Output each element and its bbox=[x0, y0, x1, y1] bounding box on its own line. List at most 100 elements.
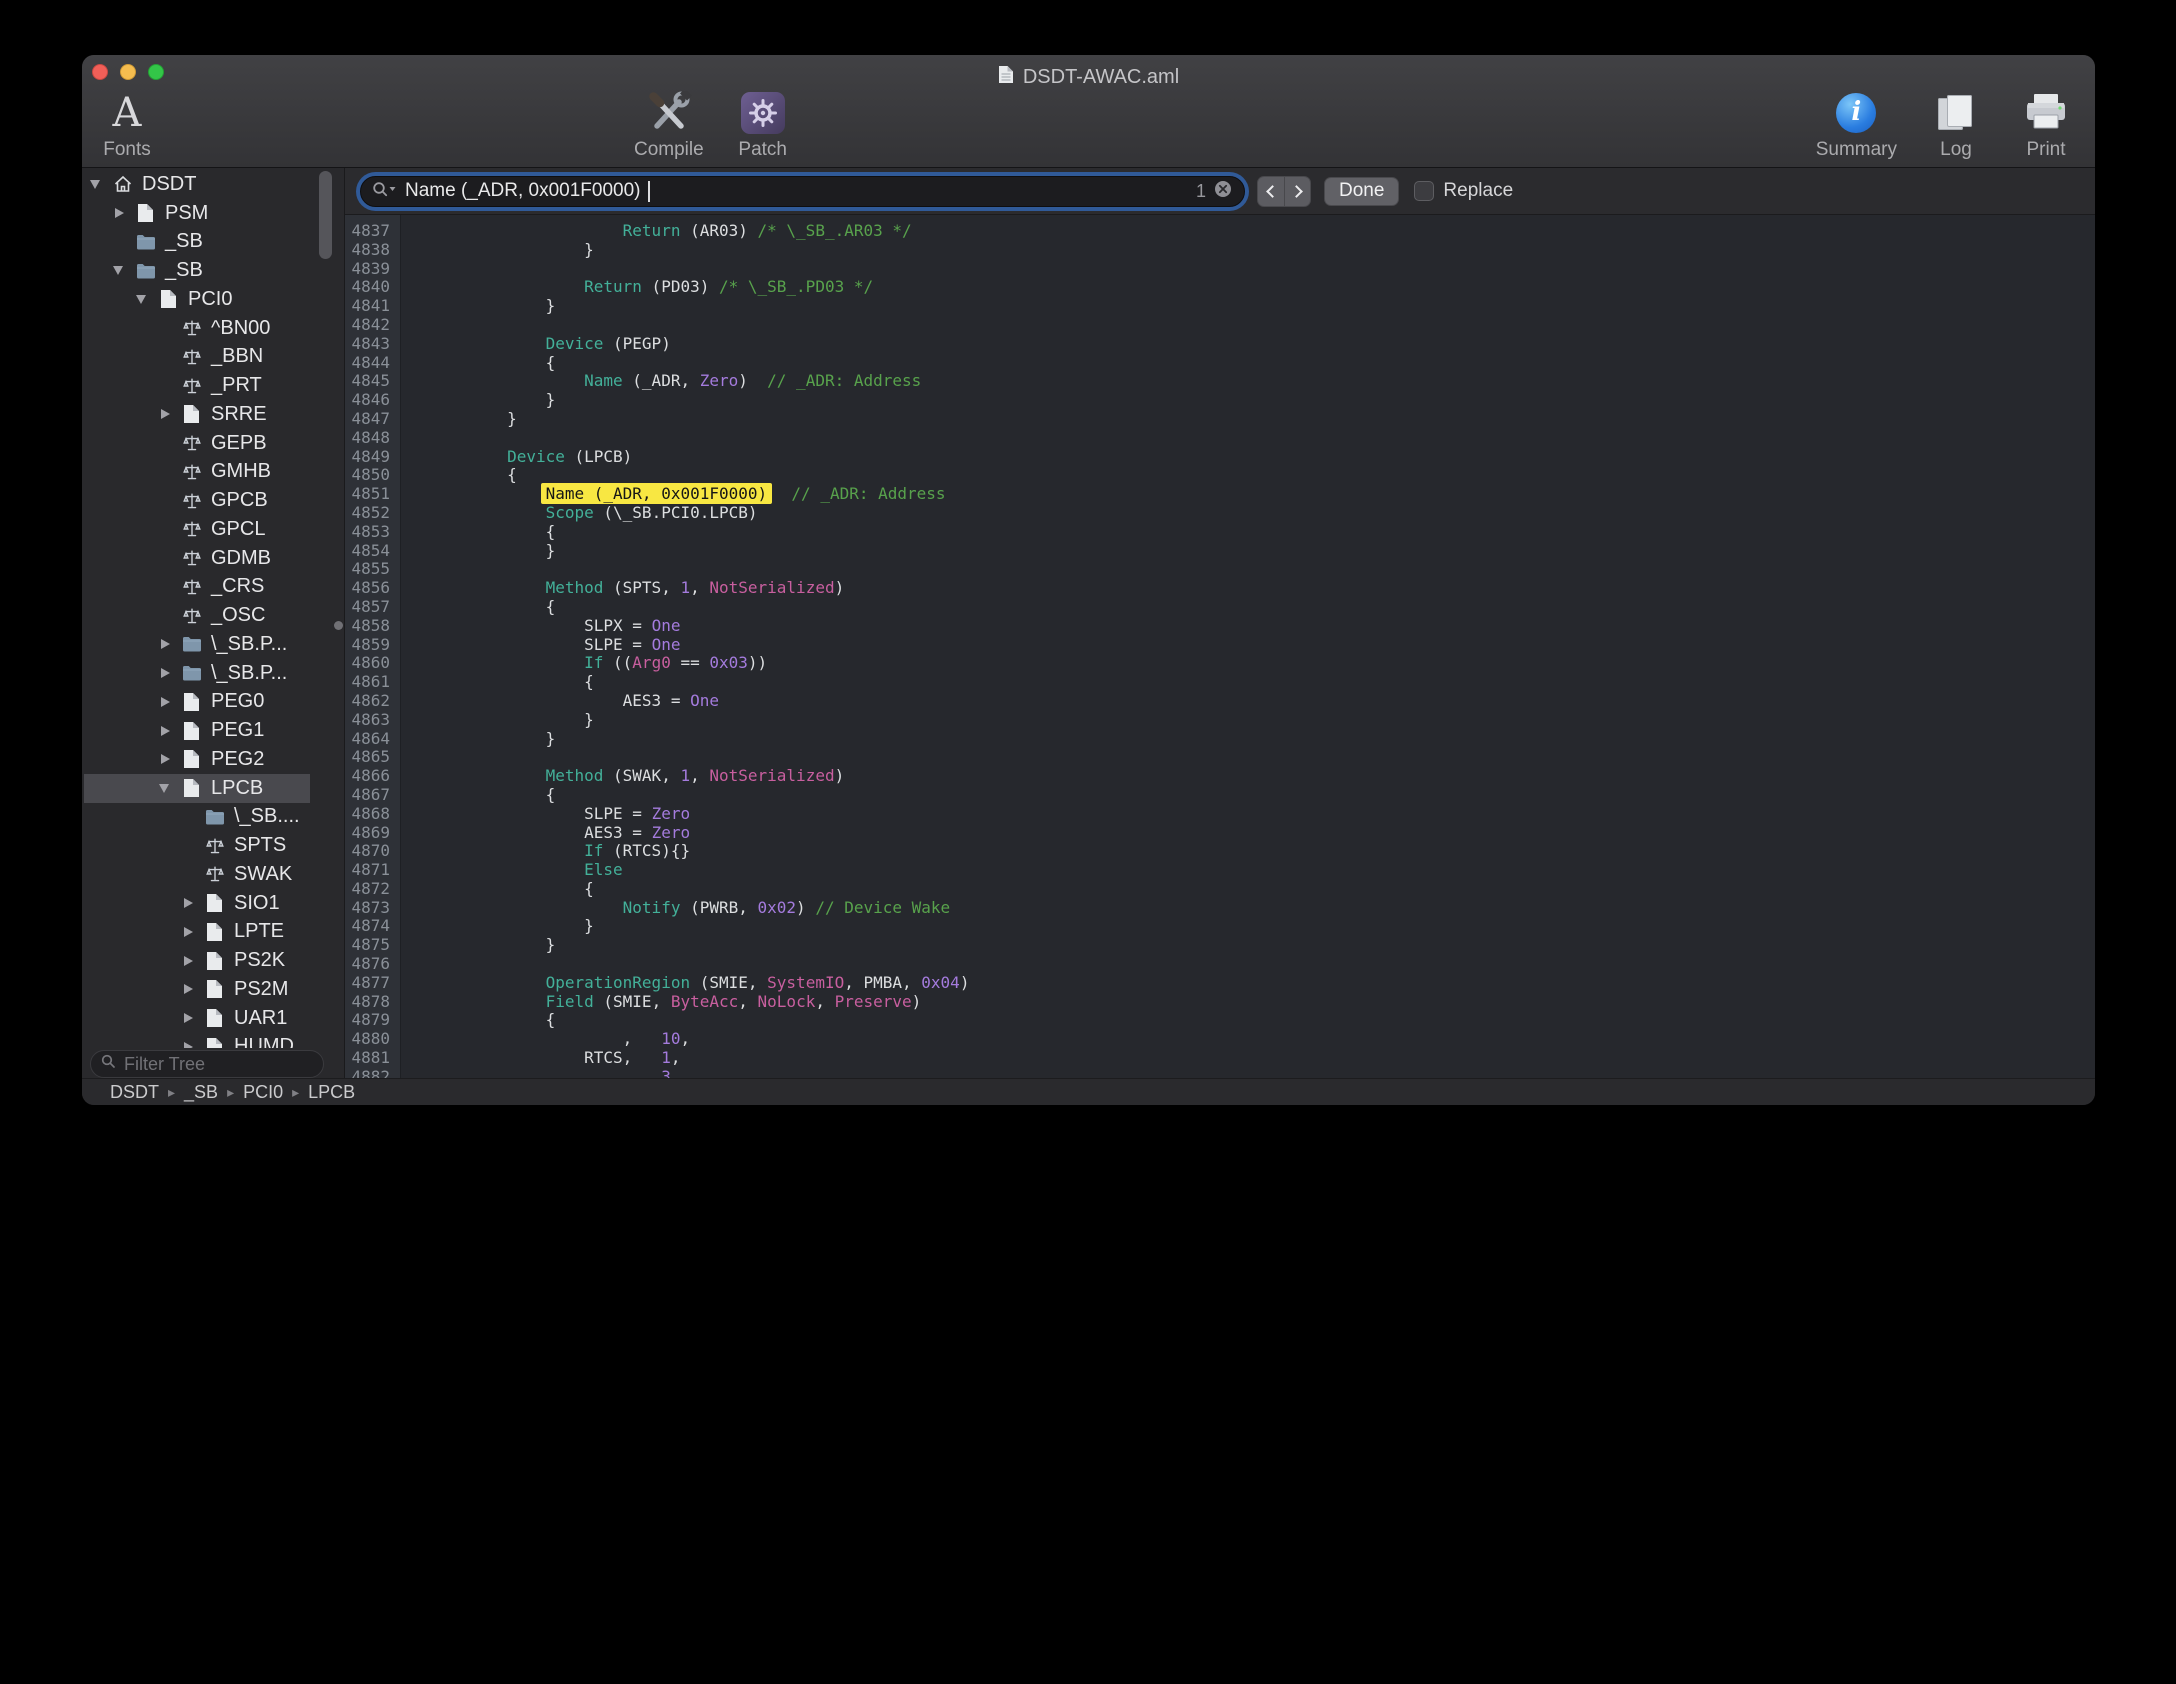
disclosure-chevron-right-icon[interactable] bbox=[182, 898, 204, 908]
tree-item-psm[interactable]: PSM bbox=[82, 199, 344, 228]
code-line[interactable]: 4848 bbox=[345, 429, 2095, 448]
tree-item-gmhb[interactable]: GMHB bbox=[82, 458, 344, 487]
breadcrumb-item[interactable]: PCI0 bbox=[243, 1082, 283, 1103]
disclosure-chevron-right-icon[interactable] bbox=[159, 726, 181, 736]
code-line[interactable]: 4863 } bbox=[345, 711, 2095, 730]
compile-button[interactable]: Compile bbox=[634, 90, 704, 159]
code-line[interactable]: 4837 Return (AR03) /* \_SB_.AR03 */ bbox=[345, 222, 2095, 241]
tree-item-crs[interactable]: _CRS bbox=[82, 573, 344, 602]
tree-item-gpcl[interactable]: GPCL bbox=[82, 515, 344, 544]
disclosure-chevron-right-icon[interactable] bbox=[159, 639, 181, 649]
patch-button[interactable]: Patch bbox=[732, 90, 794, 159]
tree-item-osc[interactable]: _OSC bbox=[82, 601, 344, 630]
code-line[interactable]: 4864 } bbox=[345, 730, 2095, 749]
code-line[interactable]: 4874 } bbox=[345, 917, 2095, 936]
tree-item-bbn[interactable]: _BBN bbox=[82, 343, 344, 372]
disclosure-chevron-right-icon[interactable] bbox=[182, 1013, 204, 1023]
tree-item-peg0[interactable]: PEG0 bbox=[82, 688, 344, 717]
disclosure-chevron-right-icon[interactable] bbox=[182, 956, 204, 966]
code-line[interactable]: 4860 If ((Arg0 == 0x03)) bbox=[345, 654, 2095, 673]
code-line[interactable]: 4853 { bbox=[345, 523, 2095, 542]
disclosure-chevron-right-icon[interactable] bbox=[182, 927, 204, 937]
tree-item-uar1[interactable]: UAR1 bbox=[82, 1004, 344, 1033]
tree-item-peg1[interactable]: PEG1 bbox=[82, 716, 344, 745]
replace-checkbox[interactable] bbox=[1414, 181, 1434, 201]
code-editor[interactable]: 4837 Return (AR03) /* \_SB_.AR03 */4838 … bbox=[345, 215, 2095, 1078]
code-line[interactable]: 4841 } bbox=[345, 297, 2095, 316]
minimize-button[interactable] bbox=[120, 64, 136, 80]
code-line[interactable]: 4846 } bbox=[345, 391, 2095, 410]
breadcrumb-item[interactable]: LPCB bbox=[308, 1082, 355, 1103]
code-line[interactable]: 4878 Field (SMIE, ByteAcc, NoLock, Prese… bbox=[345, 993, 2095, 1012]
code-line[interactable]: 4873 Notify (PWRB, 0x02) // Device Wake bbox=[345, 899, 2095, 918]
tree-item-sb[interactable]: _SB bbox=[82, 256, 344, 285]
tree-item-ps2k[interactable]: PS2K bbox=[82, 946, 344, 975]
code-line[interactable]: 4877 OperationRegion (SMIE, SystemIO, PM… bbox=[345, 974, 2095, 993]
code-line[interactable]: 4866 Method (SWAK, 1, NotSerialized) bbox=[345, 767, 2095, 786]
code-line[interactable]: 4847 } bbox=[345, 410, 2095, 429]
tree-item-prt[interactable]: _PRT bbox=[82, 371, 344, 400]
code-line[interactable]: 4871 Else bbox=[345, 861, 2095, 880]
code-line[interactable]: 4882 , 3, bbox=[345, 1068, 2095, 1078]
code-line[interactable]: 4876 bbox=[345, 955, 2095, 974]
tree-item-lpcb[interactable]: LPCB bbox=[82, 774, 344, 803]
find-input[interactable]: Name (_ADR, 0x001F0000) 1 bbox=[360, 176, 1245, 207]
disclosure-chevron-right-icon[interactable] bbox=[159, 668, 181, 678]
code-line[interactable]: 4851 Name (_ADR, 0x001F0000) // _ADR: Ad… bbox=[345, 485, 2095, 504]
disclosure-chevron-right-icon[interactable] bbox=[159, 409, 181, 419]
tree-item-spts[interactable]: SPTS bbox=[82, 831, 344, 860]
tree-item-dsdt[interactable]: DSDT bbox=[82, 170, 344, 199]
code-line[interactable]: 4869 AES3 = Zero bbox=[345, 824, 2095, 843]
split-divider-handle[interactable] bbox=[334, 621, 343, 630]
tree-item-sb[interactable]: _SB bbox=[82, 228, 344, 257]
code-line[interactable]: 4880 , 10, bbox=[345, 1030, 2095, 1049]
print-button[interactable]: Print bbox=[2015, 90, 2077, 159]
tree-item-peg2[interactable]: PEG2 bbox=[82, 745, 344, 774]
disclosure-chevron-right-icon[interactable] bbox=[182, 984, 204, 994]
breadcrumb-item[interactable]: _SB bbox=[184, 1082, 218, 1103]
tree-item-sbp[interactable]: \_SB.P... bbox=[82, 630, 344, 659]
disclosure-chevron-down-icon[interactable] bbox=[136, 295, 158, 304]
tree-item-sio1[interactable]: SIO1 bbox=[82, 889, 344, 918]
code-line[interactable]: 4875 } bbox=[345, 936, 2095, 955]
disclosure-chevron-right-icon[interactable] bbox=[113, 208, 135, 218]
fonts-button[interactable]: A Fonts bbox=[96, 90, 158, 159]
disclosure-chevron-down-icon[interactable] bbox=[90, 180, 112, 189]
code-line[interactable]: 4872 { bbox=[345, 880, 2095, 899]
tree-item-gdmb[interactable]: GDMB bbox=[82, 544, 344, 573]
disclosure-chevron-right-icon[interactable] bbox=[159, 754, 181, 764]
code-line[interactable]: 4843 Device (PEGP) bbox=[345, 335, 2095, 354]
code-line[interactable]: 4845 Name (_ADR, Zero) // _ADR: Address bbox=[345, 372, 2095, 391]
clear-search-button[interactable] bbox=[1213, 179, 1233, 204]
code-line[interactable]: 4858 SLPX = One bbox=[345, 617, 2095, 636]
code-line[interactable]: 4857 { bbox=[345, 598, 2095, 617]
code-line[interactable]: 4862 AES3 = One bbox=[345, 692, 2095, 711]
code-line[interactable]: 4844 { bbox=[345, 354, 2095, 373]
code-line[interactable]: 4852 Scope (\_SB.PCI0.LPCB) bbox=[345, 504, 2095, 523]
find-previous-button[interactable] bbox=[1258, 177, 1284, 206]
code-line[interactable]: 4867 { bbox=[345, 786, 2095, 805]
close-button[interactable] bbox=[92, 64, 108, 80]
search-menu-icon[interactable] bbox=[372, 181, 398, 202]
code-line[interactable]: 4861 { bbox=[345, 673, 2095, 692]
tree-item-swak[interactable]: SWAK bbox=[82, 860, 344, 889]
tree-item-srre[interactable]: SRRE bbox=[82, 400, 344, 429]
summary-button[interactable]: i Summary bbox=[1816, 90, 1897, 159]
find-next-button[interactable] bbox=[1284, 177, 1310, 206]
disclosure-chevron-down-icon[interactable] bbox=[159, 784, 181, 793]
titlebar[interactable]: DSDT-AWAC.aml bbox=[82, 55, 2095, 91]
disclosure-chevron-right-icon[interactable] bbox=[159, 697, 181, 707]
tree-item-pci0[interactable]: PCI0 bbox=[82, 285, 344, 314]
filter-tree-field[interactable]: Filter Tree bbox=[90, 1050, 324, 1078]
code-line[interactable]: 4870 If (RTCS){} bbox=[345, 842, 2095, 861]
code-line[interactable]: 4855 bbox=[345, 560, 2095, 579]
tree-item-bn00[interactable]: ^BN00 bbox=[82, 314, 344, 343]
code-line[interactable]: 4881 RTCS, 1, bbox=[345, 1049, 2095, 1068]
tree-item-humd[interactable]: HUMD bbox=[82, 1033, 344, 1049]
disclosure-chevron-right-icon[interactable] bbox=[182, 1042, 204, 1048]
code-line[interactable]: 4849 Device (LPCB) bbox=[345, 448, 2095, 467]
code-line[interactable]: 4854 } bbox=[345, 542, 2095, 561]
code-line[interactable]: 4859 SLPE = One bbox=[345, 636, 2095, 655]
disclosure-chevron-down-icon[interactable] bbox=[113, 266, 135, 275]
code-line[interactable]: 4840 Return (PD03) /* \_SB_.PD03 */ bbox=[345, 278, 2095, 297]
